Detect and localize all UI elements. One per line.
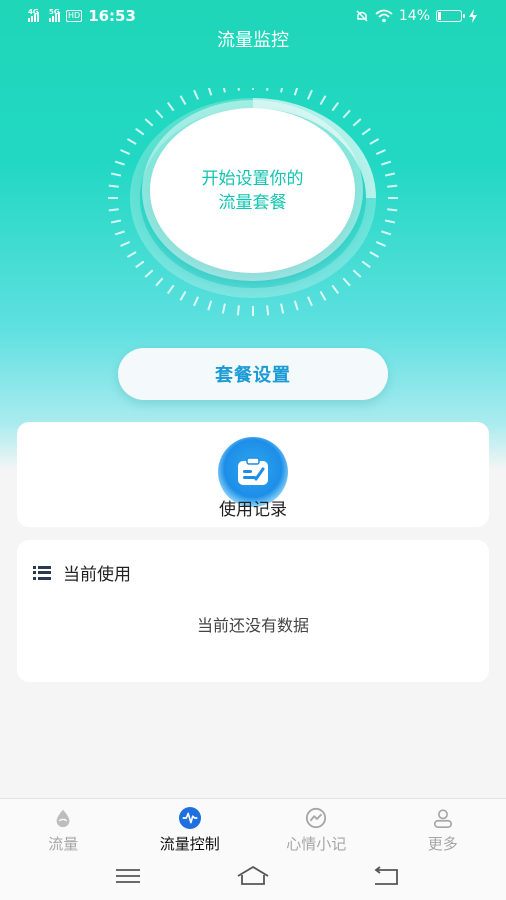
- charging-icon: [469, 9, 477, 23]
- dial-text-line1: 开始设置你的: [201, 168, 304, 189]
- dial-tick: [375, 149, 386, 155]
- records-label[interactable]: 使用记录: [0, 495, 506, 520]
- dial-tick: [166, 284, 175, 295]
- tab-label: 心情小记: [286, 835, 347, 853]
- dial-tick: [361, 127, 371, 136]
- dial-tick: [207, 88, 213, 96]
- dial-tick: [319, 95, 327, 105]
- dial-tick: [319, 291, 327, 301]
- page-title: 流量监控: [217, 30, 289, 51]
- plan-settings-button[interactable]: 套餐设置: [118, 348, 388, 400]
- dial-tick: [114, 230, 125, 236]
- dial-tick: [266, 88, 269, 91]
- dial-tick: [280, 303, 285, 314]
- tab-mood-notes[interactable]: 心情小记: [253, 799, 380, 854]
- tab-more[interactable]: 更多: [380, 799, 506, 854]
- dial-tick: [179, 291, 187, 301]
- dial-tick: [369, 138, 380, 145]
- tab-traffic-control[interactable]: 流量控制: [127, 799, 254, 854]
- dial-tick: [207, 300, 213, 311]
- dial-tick: [381, 160, 392, 166]
- system-nav-bar: [0, 854, 506, 900]
- dial-tick: [381, 230, 392, 236]
- dial-tick: [108, 184, 119, 188]
- dial-tick: [237, 88, 240, 91]
- dial-tick: [331, 284, 340, 295]
- battery-percent: 14%: [398, 8, 430, 24]
- bottom-tab-bar: 流量 流量控制 心情小记 更多: [0, 798, 506, 854]
- drop-icon: [56, 809, 70, 828]
- dial-tick: [114, 160, 125, 166]
- dial-tick: [193, 89, 200, 100]
- dial-tick: [222, 88, 226, 93]
- dial-tick: [352, 118, 362, 127]
- user-icon: [433, 809, 452, 828]
- tab-traffic[interactable]: 流量: [0, 799, 127, 854]
- dial-tick: [280, 88, 284, 93]
- dial-tick: [120, 241, 131, 247]
- tab-label: 更多: [427, 835, 458, 853]
- dial-tick: [126, 138, 137, 145]
- dial-tick: [342, 277, 351, 287]
- hd-badge: HD: [66, 10, 83, 22]
- list-icon: [33, 565, 51, 580]
- dial-tick: [293, 88, 299, 96]
- dial-tick: [110, 219, 122, 224]
- signal-icon: 4G: [28, 8, 39, 22]
- chart-circle-icon: [306, 807, 327, 829]
- dial-tick: [375, 241, 386, 247]
- status-time: 16:53: [88, 7, 136, 25]
- dial-tick: [369, 251, 380, 258]
- empty-state-text: 当前还没有数据: [196, 616, 309, 635]
- dial-tick: [144, 118, 154, 127]
- dial-tick: [108, 208, 119, 212]
- signal-icon: 5G: [49, 8, 60, 22]
- dial-tick: [179, 95, 187, 105]
- setup-plan-circle[interactable]: 开始设置你的 流量套餐: [150, 108, 355, 273]
- tab-label: 流量: [48, 835, 79, 853]
- dial-tick: [384, 219, 396, 224]
- dial-tick: [221, 303, 226, 314]
- mute-icon: [356, 10, 368, 22]
- dial-tick: [155, 109, 164, 119]
- dial-tick: [387, 184, 398, 188]
- dial-tick: [306, 89, 313, 100]
- current-usage-header: 当前使用: [33, 560, 131, 585]
- dial-tick: [135, 260, 145, 269]
- dial-tick: [266, 305, 270, 316]
- dial-tick: [352, 269, 362, 278]
- dial-tick: [236, 305, 240, 316]
- dial-tick: [331, 101, 340, 112]
- battery-icon: [436, 10, 465, 22]
- menu-icon[interactable]: [112, 864, 148, 888]
- dial-tick: [306, 296, 313, 307]
- current-usage-title: 当前使用: [63, 565, 131, 585]
- back-icon[interactable]: [367, 864, 403, 888]
- dial-text-line2: 流量套餐: [218, 192, 287, 213]
- dial-tick: [135, 127, 145, 136]
- pulse-icon: [178, 807, 201, 829]
- dial-tick: [166, 101, 175, 112]
- dial-tick: [361, 260, 371, 269]
- dial-tick: [387, 208, 398, 212]
- dial-tick: [110, 172, 122, 177]
- dial-tick: [384, 172, 396, 177]
- dial-tick: [342, 109, 351, 119]
- wifi-icon: [375, 9, 393, 23]
- dial-tick: [155, 277, 164, 287]
- dial-tick: [144, 269, 154, 278]
- dial-tick: [120, 149, 131, 155]
- dial-tick: [293, 300, 299, 311]
- dial-tick: [193, 296, 200, 307]
- dial-tick: [126, 251, 137, 258]
- home-icon[interactable]: [235, 864, 271, 888]
- tab-label: 流量控制: [159, 835, 220, 853]
